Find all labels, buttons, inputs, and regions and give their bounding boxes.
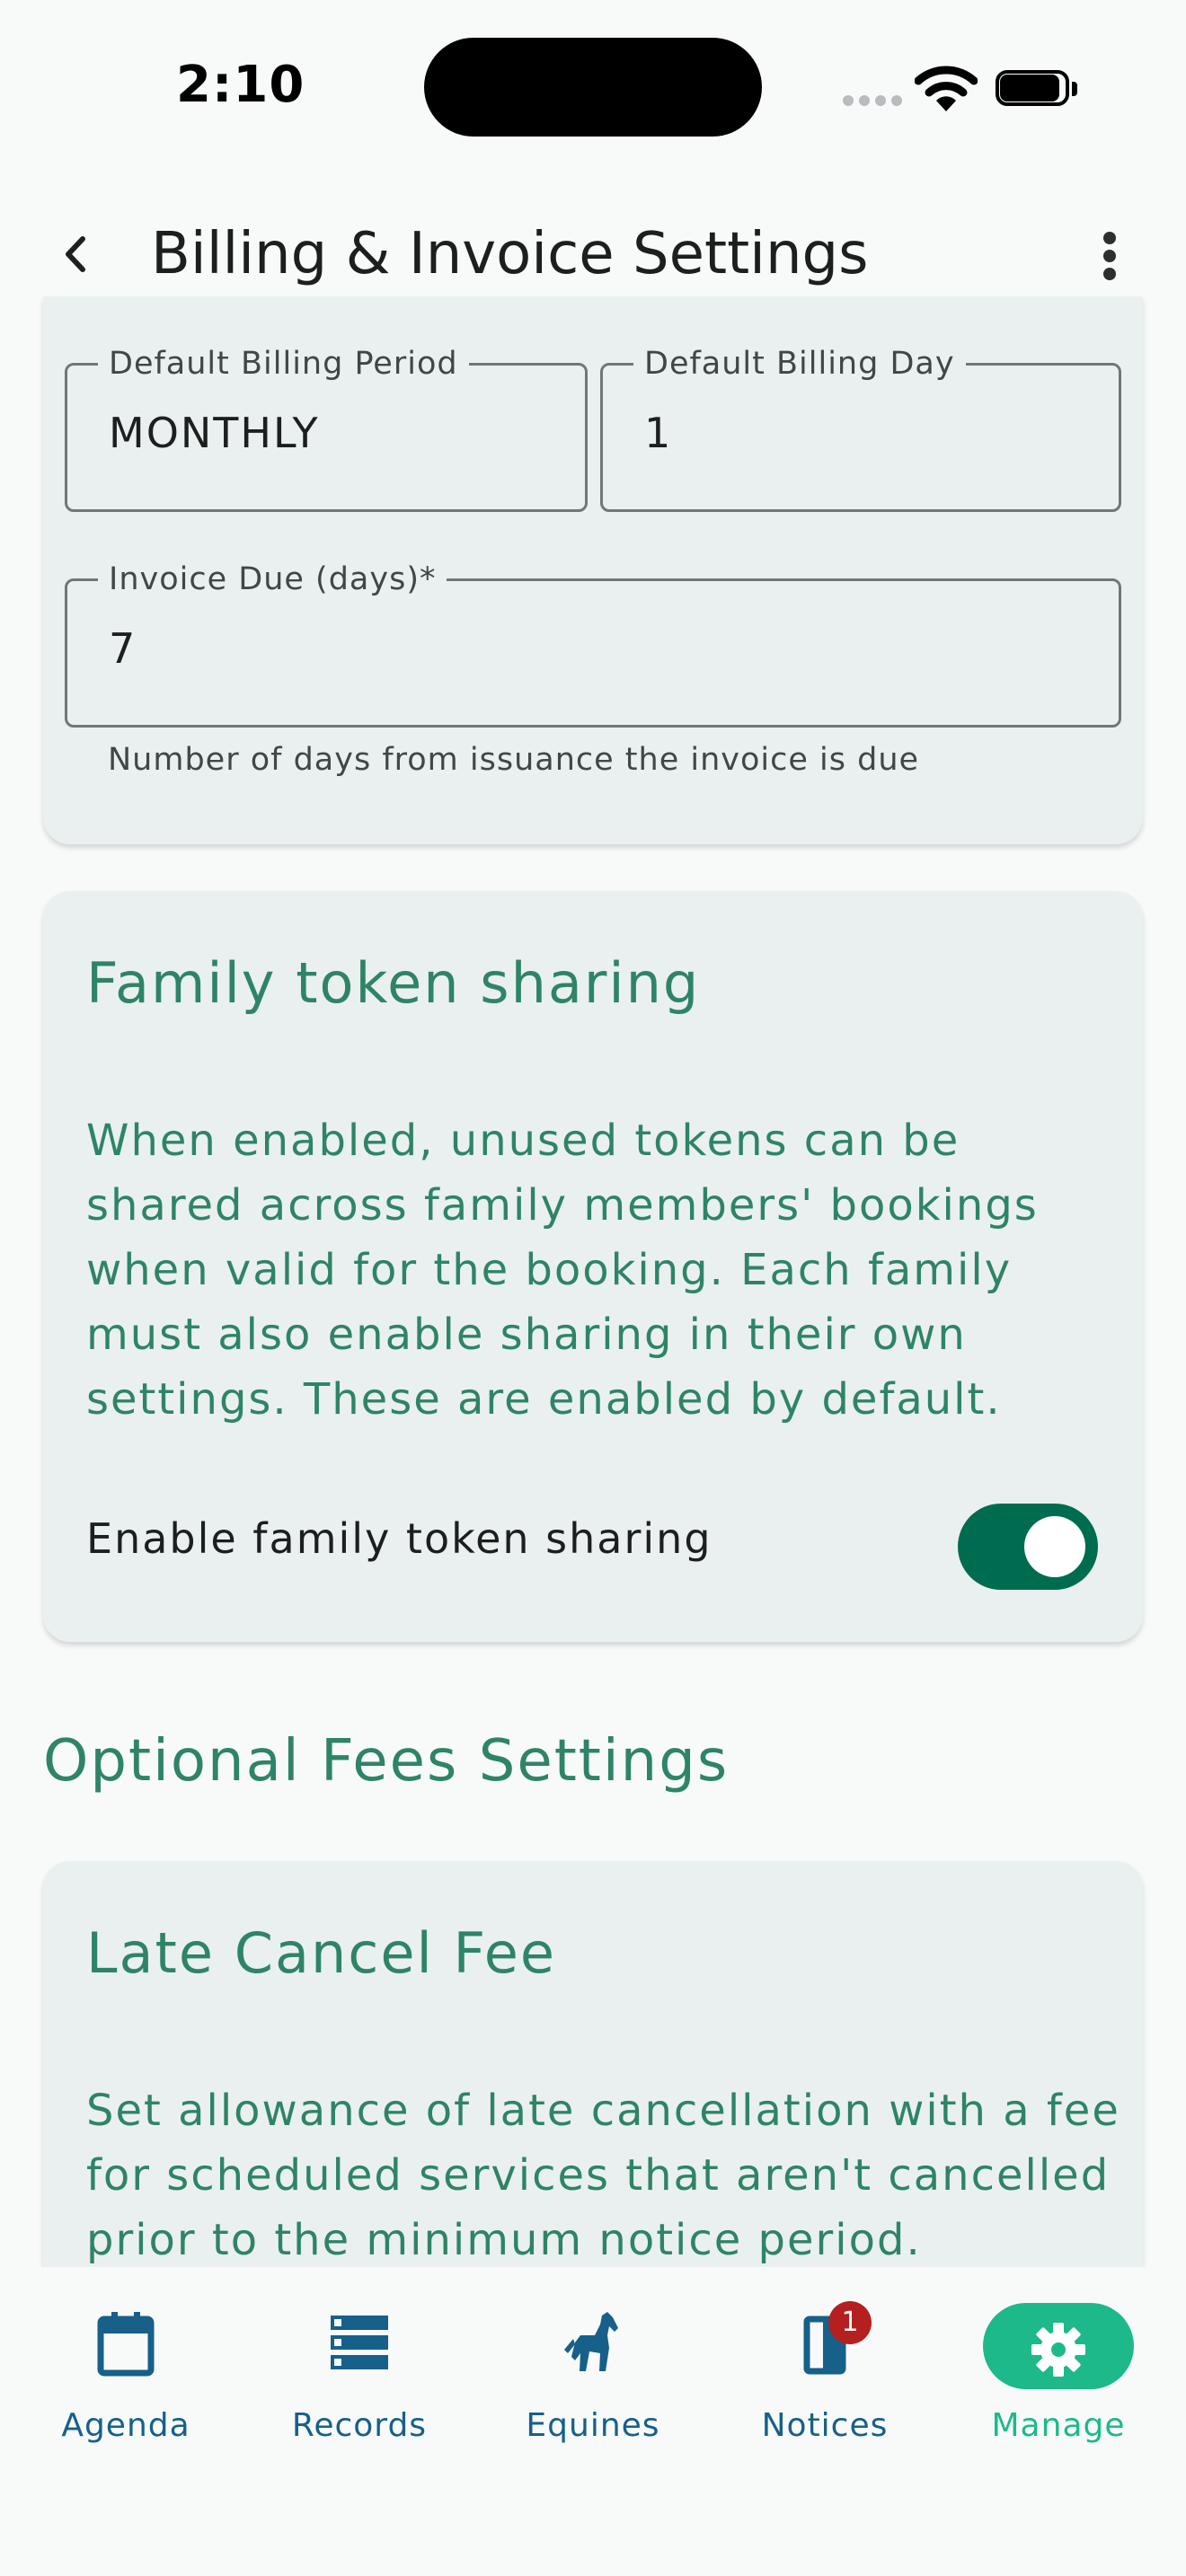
toggle-knob	[1024, 1516, 1085, 1577]
gear-icon	[1031, 2323, 1085, 2377]
billing-day-field[interactable]: Default Billing Day 1	[600, 346, 1121, 512]
billing-period-label: Default Billing Period	[98, 346, 469, 382]
nav-item-notices[interactable]: 1 Notices	[735, 2301, 915, 2447]
calendar-icon	[97, 2312, 155, 2377]
family-sharing-description: When enabled, unused tokens can be share…	[86, 1116, 1039, 1425]
nav-label-manage: Manage	[991, 2407, 1126, 2444]
more-options-icon[interactable]	[1093, 225, 1128, 287]
nav-item-records[interactable]: Records	[270, 2303, 449, 2447]
nav-item-agenda[interactable]: Agenda	[36, 2303, 216, 2447]
nav-item-manage[interactable]: Manage	[969, 2303, 1148, 2447]
invoice-due-label: Invoice Due (days)*	[98, 561, 447, 597]
invoice-due-value: 7	[109, 624, 137, 673]
list-icon	[331, 2316, 388, 2369]
billing-day-label: Default Billing Day	[633, 346, 966, 382]
late-cancel-description: Set allowance of late cancellation with …	[86, 2086, 1120, 2265]
family-token-sharing-card: Family token sharing When enabled, unuse…	[43, 891, 1143, 1642]
family-sharing-toggle[interactable]	[958, 1504, 1098, 1590]
invoice-due-helper-text: Number of days from issuance the invoice…	[108, 742, 920, 778]
nav-label-notices: Notices	[761, 2407, 889, 2444]
nav-label-records: Records	[291, 2407, 428, 2444]
back-button[interactable]	[52, 223, 97, 286]
notices-badge: 1	[828, 2301, 872, 2344]
billing-period-field[interactable]: Default Billing Period MONTHLY	[65, 346, 588, 512]
page-title: Billing & Invoice Settings	[151, 221, 869, 287]
nav-item-equines[interactable]: Equines	[503, 2303, 683, 2447]
nav-label-equines: Equines	[526, 2407, 660, 2444]
nav-label-agenda: Agenda	[61, 2407, 190, 2444]
horse-icon	[564, 2312, 618, 2371]
late-cancel-title: Late Cancel Fee	[86, 1920, 557, 1986]
dynamic-island	[424, 38, 762, 137]
billing-period-value: MONTHLY	[109, 409, 320, 457]
bottom-navigation: Agenda Records Equines 1 Notices Manage	[0, 2267, 1186, 2576]
billing-day-value: 1	[644, 409, 673, 457]
family-sharing-title: Family token sharing	[86, 950, 701, 1016]
invoice-due-field[interactable]: Invoice Due (days)* 7	[65, 561, 1121, 728]
wifi-icon	[915, 66, 978, 111]
family-sharing-toggle-label: Enable family token sharing	[86, 1514, 712, 1563]
optional-fees-section-title: Optional Fees Settings	[43, 1728, 730, 1795]
status-time: 2:10	[176, 56, 305, 114]
